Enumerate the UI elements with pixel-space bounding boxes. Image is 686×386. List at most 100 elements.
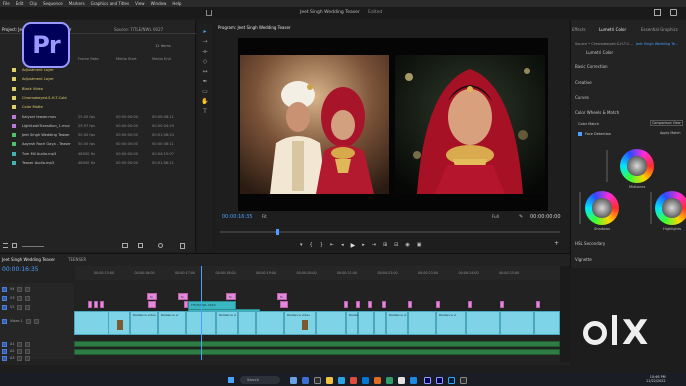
tab-essential-graphics[interactable]: Essential Graphics — [641, 27, 678, 32]
col-media-end[interactable]: Media End — [152, 57, 171, 61]
project-item[interactable]: Aaynsh Rach Gaya - Teaser 50.00 fps 00:00:… — [0, 140, 196, 148]
premiere-taskbar-icon[interactable] — [424, 377, 431, 384]
timeline-clip[interactable] — [74, 349, 560, 355]
timeline-clip[interactable]: Radiance video — [130, 311, 158, 335]
timeline-clip[interactable] — [500, 301, 504, 308]
vscode-icon[interactable] — [410, 377, 417, 384]
office-icon[interactable] — [374, 377, 381, 384]
settings-icon[interactable] — [460, 377, 467, 384]
taskbar-clock[interactable]: 10:46 PM 11/22/2022 — [646, 375, 666, 383]
selection-tool-icon[interactable]: ▸ — [201, 28, 209, 35]
pen-tool-icon[interactable]: ✒ — [201, 78, 209, 85]
export-frame-icon[interactable]: ◉ — [405, 242, 409, 248]
wrench-icon[interactable]: ✎ — [519, 214, 523, 220]
scrubber-playhead[interactable] — [276, 229, 279, 235]
media-encoder-icon[interactable] — [436, 377, 443, 384]
timeline-scrollbar[interactable] — [560, 266, 570, 362]
play-icon[interactable]: ▶ — [351, 242, 356, 249]
edge-icon[interactable] — [338, 377, 345, 384]
midtones-wheel[interactable] — [620, 149, 654, 183]
midtones-slider[interactable] — [606, 150, 608, 182]
tab-sequence-main[interactable]: Jeet Singh Wedding Teaser — [2, 257, 55, 262]
mute-icon[interactable] — [17, 341, 23, 347]
menu-view[interactable]: View — [132, 1, 148, 6]
timeline-clip[interactable] — [74, 341, 560, 347]
lumetri-fx-label[interactable]: Lumetri Color — [586, 50, 613, 55]
highlights-slider[interactable] — [650, 192, 652, 224]
lock-icon[interactable] — [33, 318, 39, 324]
lock-icon[interactable] — [25, 304, 31, 310]
timeline-clip[interactable] — [536, 301, 540, 308]
menu-graphics[interactable]: Graphics and Titles — [88, 1, 132, 6]
overwrite-icon[interactable]: ⊟ — [394, 242, 398, 248]
timeline-clip[interactable]: fx — [147, 293, 157, 300]
out-point-icon[interactable]: } — [320, 242, 323, 248]
windows-start-icon[interactable] — [228, 377, 234, 383]
project-item[interactable]: Teaser Audio.mp3 48000 Hz 00:00:00:00 00:01… — [0, 159, 196, 167]
timeline-clip[interactable] — [316, 311, 346, 335]
timeline-clip[interactable] — [256, 311, 284, 335]
timeline-clip[interactable]: fx — [226, 293, 236, 300]
resolution-select[interactable]: Full — [492, 214, 499, 219]
track-header[interactable]: V4 — [2, 285, 74, 293]
add-button-icon[interactable]: + — [554, 240, 559, 247]
track-target-toggle[interactable] — [2, 341, 7, 347]
menu-clip[interactable]: Clip — [26, 1, 40, 6]
track-header[interactable]: V3 — [2, 294, 74, 302]
timeline-clip[interactable] — [74, 311, 110, 335]
slip-tool-icon[interactable]: ↔ — [201, 68, 209, 75]
comparison-view-button[interactable]: Comparison View — [650, 120, 683, 126]
zoom-select[interactable]: Fit — [262, 214, 267, 219]
menu-sequence[interactable]: Sequence — [40, 1, 66, 6]
home-icon[interactable] — [206, 10, 212, 16]
taskbar-search[interactable]: Search — [240, 376, 280, 384]
apply-match-button[interactable]: Apply Match — [660, 131, 680, 135]
track-target-toggle[interactable] — [2, 304, 7, 310]
solo-icon[interactable] — [25, 355, 31, 361]
highlights-wheel[interactable] — [655, 191, 686, 225]
timeline-clip[interactable] — [500, 311, 534, 335]
trash-icon[interactable] — [180, 243, 185, 249]
timeline-clip[interactable] — [100, 301, 104, 308]
rectangle-tool-icon[interactable]: ▭ — [201, 88, 209, 95]
shadows-wheel[interactable] — [585, 191, 619, 225]
insert-icon[interactable]: ⊞ — [383, 242, 387, 248]
section-vignette[interactable]: Vignette — [575, 257, 592, 262]
timeline-clip[interactable]: Radiance vi — [436, 311, 466, 335]
lumetri-source[interactable]: Source • Chromakeyed-S-H-T-C... — [575, 42, 633, 46]
lumetri-target[interactable]: Jeet Singh Wedding Te... — [636, 42, 678, 46]
section-curves[interactable]: Curves — [575, 95, 589, 100]
photos-icon[interactable] — [386, 377, 393, 384]
hand-tool-icon[interactable]: ✋ — [201, 98, 209, 105]
timeline-clip[interactable] — [436, 301, 440, 308]
tab-lumetri-color[interactable]: Lumetri Color — [599, 27, 626, 32]
timeline-clip[interactable]: Radiance vi — [216, 311, 238, 335]
menu-edit[interactable]: Edit — [13, 1, 27, 6]
project-item[interactable]: Tum Mil Audio.mp3 48000 Hz 00:00:00:00 00:0… — [0, 150, 196, 158]
timeline-clip[interactable] — [534, 311, 560, 335]
eye-icon[interactable] — [17, 286, 23, 292]
razor-tool-icon[interactable]: ◇ — [201, 58, 209, 65]
widgets-icon[interactable] — [302, 377, 309, 384]
timeline-clip[interactable] — [148, 301, 156, 308]
timeline-clip[interactable] — [280, 301, 288, 308]
fullscreen-icon[interactable] — [670, 9, 677, 16]
project-item[interactable]: Adjustment Layer — [0, 66, 196, 74]
new-bin-icon[interactable] — [122, 243, 128, 248]
menu-markers[interactable]: Markers — [66, 1, 88, 6]
tab-sequence-teenser[interactable]: TEENSER — [68, 257, 86, 262]
photoshop-icon[interactable] — [448, 377, 455, 384]
section-hsl-secondary[interactable]: HSL Secondary — [575, 241, 605, 246]
solo-icon[interactable] — [25, 348, 31, 354]
comparison-icon[interactable]: ▣ — [417, 242, 422, 248]
mute-icon[interactable] — [17, 348, 23, 354]
ripple-edit-tool-icon[interactable]: ⟛ — [201, 48, 209, 55]
timeline-clip[interactable]: fx — [277, 293, 287, 300]
timeline-clip[interactable] — [368, 301, 372, 308]
track-select-tool-icon[interactable]: ⇢ — [201, 38, 209, 45]
go-to-in-icon[interactable]: ⇤ — [330, 242, 334, 248]
project-item[interactable]: Color Matte — [0, 103, 196, 111]
store-icon[interactable] — [362, 377, 369, 384]
timeline-clip[interactable] — [374, 311, 386, 335]
tab-source[interactable]: Source: TITLE/NWL 0027 — [114, 27, 163, 32]
